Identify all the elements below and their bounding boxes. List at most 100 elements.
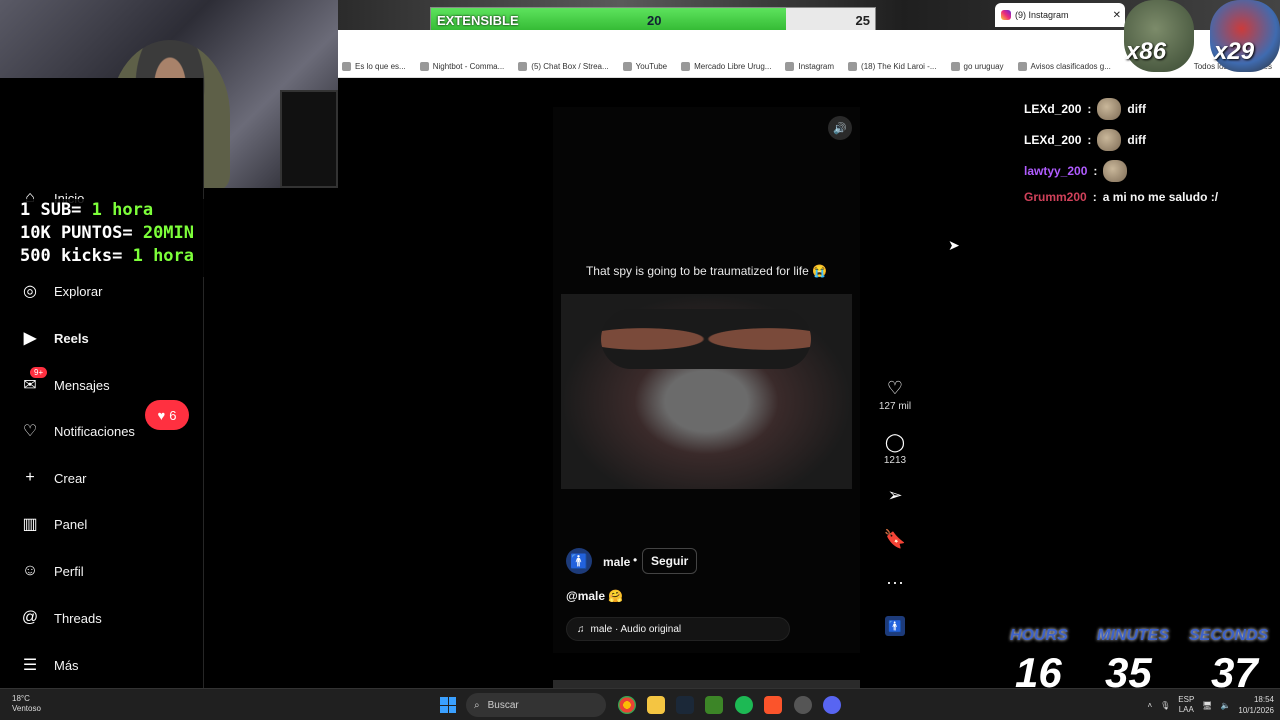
sidebar-item-label: Crear [54, 470, 87, 486]
search-icon: ⌕ [474, 699, 480, 711]
bookmark-item[interactable]: YouTube [622, 62, 667, 71]
bookmark-item[interactable]: Mercado Libre Urug... [681, 62, 771, 71]
chart-icon: ▥ [22, 516, 38, 533]
chat-text: diff [1127, 133, 1147, 147]
bookmark-item[interactable]: Es lo que es... [342, 62, 406, 71]
bookmark-icon: 🔖 [883, 529, 907, 549]
chat-separator: : [1093, 164, 1098, 178]
chat-username[interactable]: LEXd_200 [1024, 102, 1081, 116]
bookmark-favicon-icon [419, 62, 429, 71]
bookmark-item[interactable]: Nightbot - Comma... [419, 62, 505, 71]
obs-icon[interactable] [794, 696, 812, 714]
sidebar-item-notificaciones[interactable]: ♡ Notificaciones [20, 421, 135, 441]
discord-icon[interactable] [823, 696, 841, 714]
notifications-badge[interactable]: ♥ 6 [145, 400, 189, 430]
plus-icon: + [25, 469, 35, 486]
threads-icon: @ [21, 609, 39, 626]
bookmark-label: Nightbot - Comma... [432, 62, 505, 71]
windows-start-icon[interactable] [440, 697, 456, 713]
minecraft-icon[interactable] [705, 696, 723, 714]
like-count: 127 mil [878, 401, 912, 412]
goal-target: 25 [855, 13, 870, 28]
chat-emote-icon [1097, 129, 1122, 151]
reel-player[interactable]: 🔊 That spy is going to be traumatized fo… [553, 107, 860, 653]
language-indicator[interactable]: ESP LAA [1178, 695, 1194, 715]
chat-separator: : [1087, 133, 1092, 147]
mouse-cursor-icon: ➤ [948, 237, 960, 253]
bookmark-item[interactable]: Instagram [785, 62, 834, 71]
reel-description[interactable]: @male 🤗 [566, 589, 623, 603]
heart-outline-icon: ♡ [886, 378, 904, 398]
bookmark-favicon-icon [950, 62, 960, 71]
spotify-icon[interactable] [735, 696, 753, 714]
weather-desc: Ventoso [12, 704, 41, 713]
audio-label: male · Audio original [590, 623, 682, 635]
sidebar-item-crear[interactable]: + Crear [20, 468, 87, 488]
avatar-icon: ☺ [21, 562, 39, 579]
author-avatar[interactable]: 🚹 [566, 548, 592, 574]
bookmark-favicon-icon [681, 62, 691, 71]
bookmark-item[interactable]: (5) Chat Box / Strea... [518, 62, 609, 71]
taskbar-clock[interactable]: 18:54 10/1/2026 [1238, 694, 1274, 716]
chrome-icon[interactable] [618, 696, 636, 714]
sidebar-item-threads[interactable]: @ Threads [20, 608, 102, 628]
next-reel-preview[interactable] [553, 680, 860, 688]
sidebar-item-mensajes[interactable]: ✉ 9+ Mensajes [20, 367, 110, 395]
language-a: ESP [1178, 695, 1195, 704]
chat-text: a mi no me saludo :/ [1102, 190, 1219, 204]
share-button[interactable]: ➢ [873, 485, 917, 508]
instagram-icon [1001, 10, 1011, 20]
reels-icon: ▶ [23, 330, 37, 347]
comment-button[interactable]: ◯ 1213 [873, 432, 917, 466]
search-placeholder: Buscar [487, 699, 519, 711]
chat-username[interactable]: lawtyy_200 [1024, 164, 1087, 178]
bookmark-item[interactable]: (18) The Kid Laroi -... [848, 62, 937, 71]
follow-button[interactable]: Seguir [642, 548, 698, 574]
chat-message: LEXd_200: diff [1024, 98, 1146, 120]
sidebar-item-explorar[interactable]: ◎ Explorar [20, 281, 102, 301]
browser-tab-instagram[interactable]: (9) Instagram ✕ [995, 3, 1125, 27]
chat-text: diff [1127, 102, 1147, 116]
emote-count-a: x86 [1126, 38, 1167, 65]
save-button[interactable]: 🔖 [873, 529, 917, 552]
file-explorer-icon[interactable] [647, 696, 665, 714]
heart-icon: ♥ [157, 407, 166, 423]
chat-username[interactable]: LEXd_200 [1024, 133, 1081, 147]
volume-icon[interactable]: 🔊 [828, 116, 852, 140]
close-icon[interactable]: ✕ [1113, 10, 1121, 21]
bookmark-item[interactable]: go uruguay [950, 62, 1004, 71]
reel-video-frame[interactable] [561, 294, 852, 489]
rule2-b: 20MIN [142, 223, 195, 243]
audio-pill[interactable]: ♫ male · Audio original [566, 617, 790, 641]
tab-title: (9) Instagram [1015, 10, 1069, 20]
audio-thumbnail[interactable]: 🚹 [885, 616, 905, 636]
messages-badge: 9+ [30, 367, 48, 378]
chevron-up-icon[interactable]: ˄ [1147, 701, 1152, 710]
sidebar-item-ms[interactable]: ☰ Más [20, 655, 79, 675]
stream-chat: LEXd_200: diff LEXd_200: diff lawtyy_200: Gru… [1018, 68, 1280, 218]
reel-caption: That spy is going to be traumatized for … [585, 264, 828, 278]
bookmark-label: go uruguay [963, 62, 1004, 71]
language-b: LAA [1178, 705, 1194, 714]
speaker-icon[interactable]: 🔈 [1220, 701, 1230, 710]
brave-icon[interactable] [764, 696, 782, 714]
like-button[interactable]: ♡ 127 mil [873, 378, 917, 412]
sidebar-item-panel[interactable]: ▥ Panel [20, 514, 87, 534]
chat-emote-icon [1103, 160, 1128, 182]
network-icon[interactable]: 🖥 [1202, 701, 1212, 710]
sidebar-item-perfil[interactable]: ☺ Perfil [20, 561, 84, 581]
more-options-button[interactable]: ··· [873, 572, 917, 595]
windows-taskbar: 18°C Ventoso ⌕ Buscar ˄ 🎙 ESP LAA 🖥 🔈 18… [0, 688, 1280, 720]
chat-separator: : [1087, 102, 1092, 116]
sidebar-item-reels[interactable]: ▶ Reels [20, 328, 89, 348]
mic-icon[interactable]: 🎙 [1160, 701, 1170, 710]
steam-icon[interactable] [676, 696, 694, 714]
chat-username[interactable]: Grumm200 [1024, 190, 1087, 204]
weather-widget[interactable]: 18°C Ventoso [12, 694, 41, 714]
author-name[interactable]: male [603, 555, 630, 569]
sidebar-item-label: Explorar [54, 283, 103, 299]
taskbar-search[interactable]: ⌕ Buscar [466, 693, 606, 717]
rule1-b: 1 hora [91, 200, 154, 220]
sidebar-item-label: Panel [54, 516, 88, 532]
goal-label: EXTENSIBLE [437, 13, 519, 28]
